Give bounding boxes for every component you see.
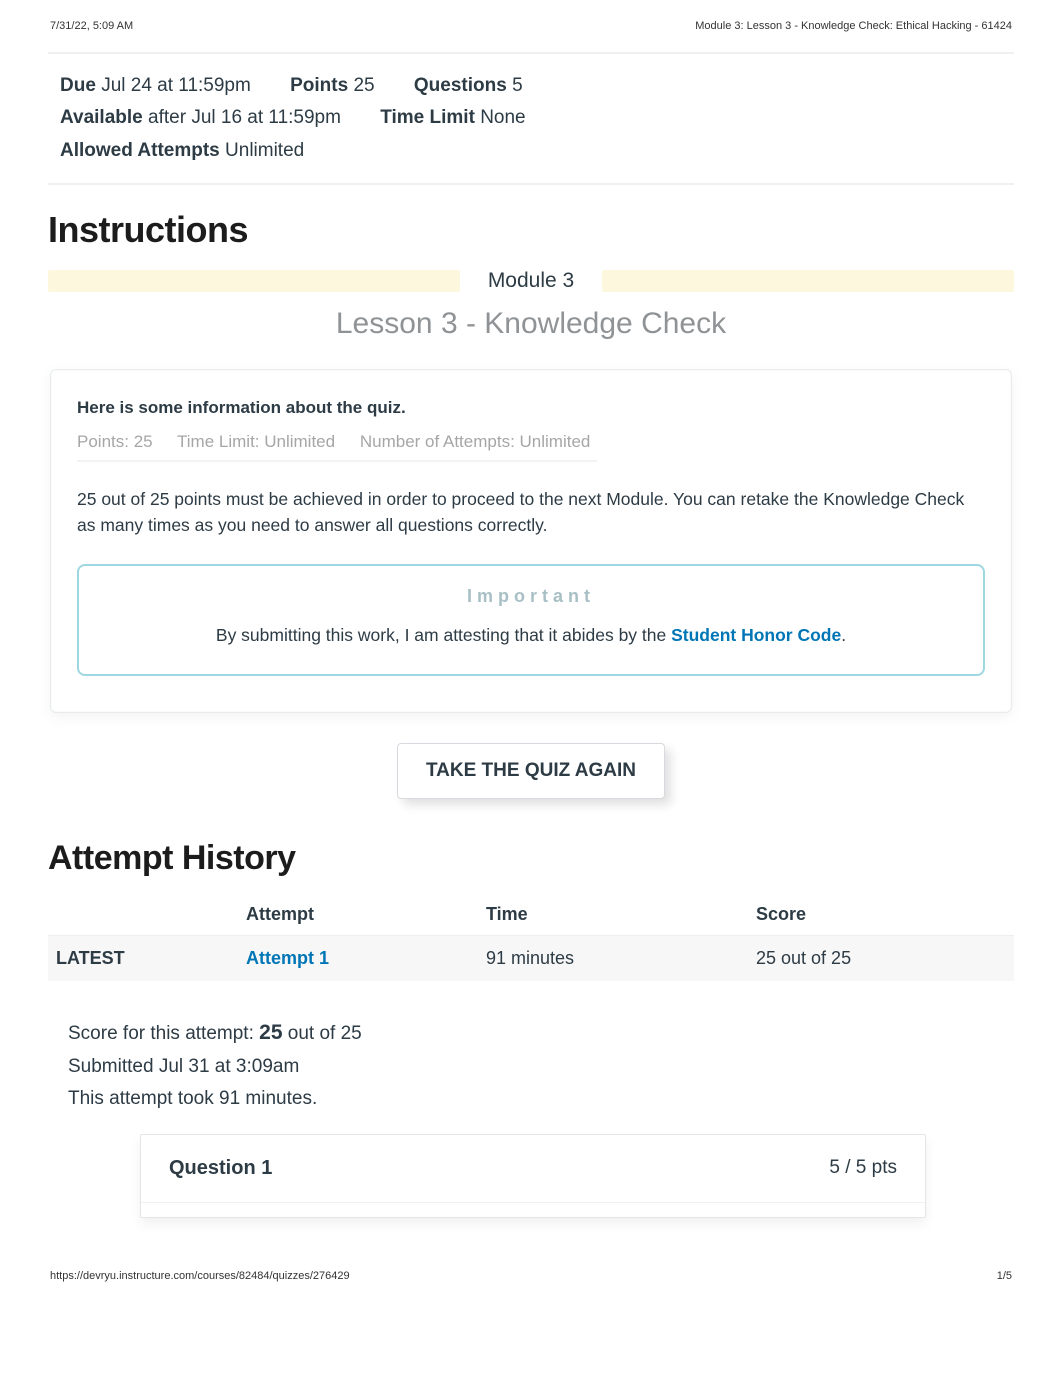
attempt-score: 25 out of 25	[748, 936, 1014, 982]
info-points: Points: 25	[77, 432, 153, 451]
quiz-info-meta: Points: 25 Time Limit: Unlimited Number …	[77, 432, 985, 452]
quiz-info-body: 25 out of 25 points must be achieved in …	[77, 486, 985, 539]
quiz-info-card: Here is some information about the quiz.…	[50, 369, 1012, 714]
attempt-history-table: Attempt Time Score LATEST Attempt 1 91 m…	[48, 894, 1014, 981]
print-timestamp: 7/31/22, 5:09 AM	[50, 20, 133, 32]
attempt-status-latest: LATEST	[48, 936, 238, 982]
take-quiz-again-button[interactable]: TAKE THE QUIZ AGAIN	[397, 743, 665, 799]
due-label: Due	[60, 75, 96, 96]
due-value: Jul 24 at 11:59pm	[101, 75, 251, 96]
print-doc-title: Module 3: Lesson 3 - Knowledge Check: Et…	[695, 20, 1012, 32]
important-callout: Important By submitting this work, I am …	[77, 564, 985, 676]
score-duration: This attempt took 91 minutes.	[68, 1083, 1014, 1115]
timelimit-label: Time Limit	[380, 107, 475, 128]
honor-code-link[interactable]: Student Honor Code	[671, 625, 841, 645]
important-text-prefix: By submitting this work, I am attesting …	[216, 625, 671, 645]
questions-value: 5	[512, 75, 523, 96]
table-row: LATEST Attempt 1 91 minutes 25 out of 25	[48, 936, 1014, 982]
points-label: Points	[290, 75, 348, 96]
divider	[77, 460, 597, 462]
col-header-score: Score	[748, 894, 1014, 936]
module-title: Module 3	[470, 269, 592, 293]
quiz-info-lead: Here is some information about the quiz.	[77, 398, 985, 418]
print-url: https://devryu.instructure.com/courses/8…	[50, 1270, 350, 1282]
questions-label: Questions	[414, 75, 507, 96]
attempt-time: 91 minutes	[478, 936, 748, 982]
divider	[48, 52, 1014, 54]
available-label: Available	[60, 107, 143, 128]
instructions-heading: Instructions	[48, 209, 1014, 251]
divider	[48, 183, 1014, 185]
info-attempts: Number of Attempts: Unlimited	[360, 432, 591, 451]
attempt-link[interactable]: Attempt 1	[246, 948, 329, 968]
important-title: Important	[107, 586, 955, 607]
attempt-history-heading: Attempt History	[48, 839, 1014, 878]
timelimit-value: None	[480, 107, 525, 128]
question-title: Question 1	[169, 1157, 272, 1180]
available-value: after Jul 16 at 11:59pm	[148, 107, 341, 128]
banner-decoration-right	[602, 270, 1014, 292]
question-points: 5 / 5 pts	[829, 1157, 897, 1180]
col-header-attempt: Attempt	[238, 894, 478, 936]
important-text-suffix: .	[841, 625, 846, 645]
banner-decoration-left	[48, 270, 460, 292]
info-timelimit: Time Limit: Unlimited	[177, 432, 335, 451]
col-header-time: Time	[478, 894, 748, 936]
lesson-title: Lesson 3 - Knowledge Check	[48, 307, 1014, 341]
allowed-attempts-label: Allowed Attempts	[60, 140, 220, 161]
question-card: Question 1 5 / 5 pts	[140, 1134, 926, 1218]
points-value: 25	[353, 75, 374, 96]
score-summary: Score for this attempt: 25 out of 25 Sub…	[68, 1015, 1014, 1115]
score-submitted: Submitted Jul 31 at 3:09am	[68, 1051, 1014, 1083]
score-line1-value: 25	[259, 1021, 282, 1044]
score-line1-suffix: out of 25	[283, 1023, 362, 1044]
score-line1-prefix: Score for this attempt:	[68, 1023, 259, 1044]
quiz-meta: Due Jul 24 at 11:59pm Points 25 Question…	[48, 66, 1014, 183]
print-page-indicator: 1/5	[997, 1270, 1012, 1282]
allowed-attempts-value: Unlimited	[225, 140, 304, 161]
